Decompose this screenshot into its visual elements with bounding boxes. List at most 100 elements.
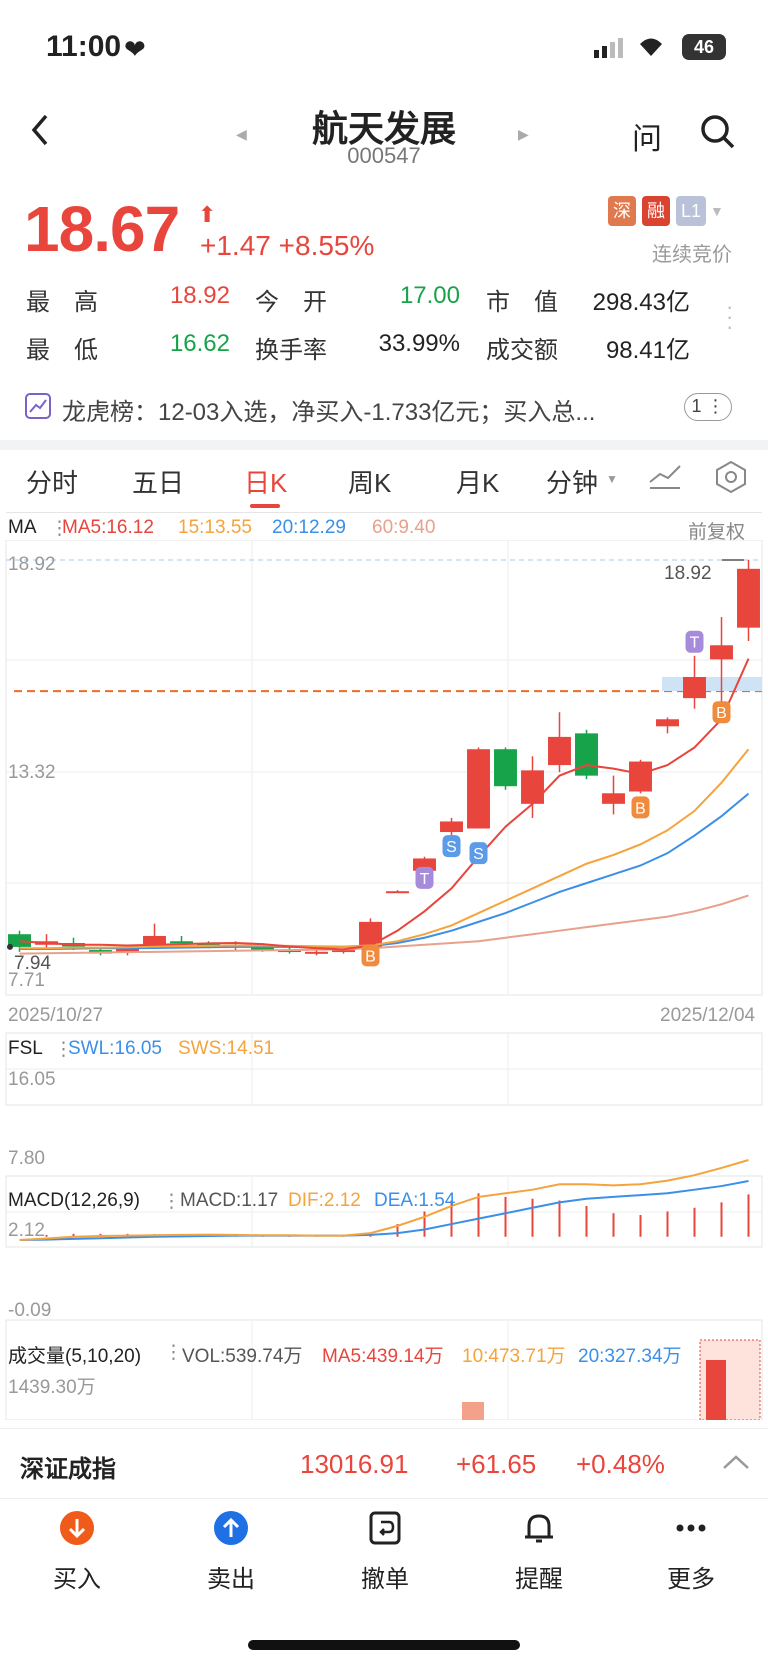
trade-marker-label: B	[716, 705, 727, 722]
search-icon[interactable]	[700, 114, 736, 155]
stat-value-low: 16.62	[169, 330, 230, 357]
low-mark-dot	[7, 943, 13, 950]
banner-badge[interactable]: 1 ⋮	[684, 393, 732, 421]
level-tag[interactable]: L1	[676, 196, 706, 226]
macd-dea: DEA:1.54	[374, 1190, 456, 1211]
hexagon-settings-icon[interactable]	[714, 460, 748, 499]
volume-value: VOL:539.74万	[182, 1346, 303, 1367]
chevron-up-icon[interactable]	[722, 1453, 750, 1476]
active-tab-indicator	[250, 504, 280, 508]
session-status: 连续竞价	[652, 244, 732, 266]
margin-tag: 融	[642, 196, 670, 226]
chart-line-icon	[24, 392, 52, 425]
trade-marker-label: B	[635, 800, 646, 817]
banner-text: 龙虎榜：12-03入选，净买入-1.733亿元；买入总...	[62, 399, 596, 426]
stat-value-cap: 298.43亿	[592, 289, 690, 316]
candle-body	[629, 761, 652, 792]
price-change: +1.47 +8.55%	[200, 230, 375, 261]
trade-marker-label: T	[420, 871, 430, 888]
tab-intraday[interactable]: 分时	[26, 463, 78, 500]
volume-bar	[706, 1360, 726, 1420]
buy-button[interactable]: 买入	[22, 1510, 132, 1594]
stat-label-low: 最 低	[26, 337, 98, 364]
sell-button[interactable]: 卖出	[176, 1510, 286, 1594]
macd-dif: DIF:2.12	[288, 1190, 361, 1211]
more-label: 更多	[667, 1566, 715, 1593]
candle-body	[494, 749, 517, 787]
trade-marker-label: S	[473, 846, 484, 863]
trade-marker-label: B	[365, 948, 376, 965]
kline-y-top: 18.92	[8, 554, 56, 575]
ma5-value: MA5:16.12	[62, 517, 154, 538]
index-name: 深证成指	[20, 1456, 116, 1483]
date-end: 2025/12/04	[660, 1005, 756, 1026]
volume-bar	[462, 1402, 484, 1420]
candle-body	[575, 733, 598, 776]
cancel-order-button[interactable]: 撤单	[330, 1510, 440, 1594]
macd-label: MACD(12,26,9)	[8, 1190, 140, 1211]
stat-label-high: 最 高	[26, 289, 98, 316]
indicator-settings-icon[interactable]	[648, 462, 682, 497]
tab-daily-k[interactable]: 日K	[244, 463, 287, 500]
pane-frame	[5, 1319, 763, 1420]
candle-body	[386, 891, 409, 894]
cancel-order-icon	[330, 1510, 440, 1551]
index-bar[interactable]: 深证成指 13016.91 +61.65 +0.48%	[0, 1428, 768, 1498]
ma-label: MA	[8, 517, 37, 538]
tab-five-day[interactable]: 五日	[132, 463, 184, 500]
candle-body	[602, 793, 625, 804]
alert-button[interactable]: 提醒	[484, 1510, 594, 1594]
volume-ma5: MA5:439.14万	[322, 1346, 444, 1367]
kline-high-mark: 18.92	[664, 563, 712, 584]
fsl-label: FSL	[8, 1038, 43, 1059]
minute-dropdown-icon[interactable]: ▼	[606, 472, 618, 486]
cancel-order-label: 撤单	[361, 1566, 409, 1593]
date-start: 2025/10/27	[8, 1005, 104, 1026]
volume-label: 成交量(5,10,20)	[8, 1346, 142, 1367]
tab-monthly-k[interactable]: 月K	[456, 463, 499, 500]
macd-y-top: 2.12	[8, 1220, 45, 1241]
candle-body	[656, 719, 679, 727]
up-arrow-icon: ⬆	[198, 202, 217, 227]
stat-label-cap: 市 值	[486, 289, 558, 316]
fsl-y-top: 16.05	[8, 1069, 56, 1090]
section-divider	[0, 440, 768, 450]
more-stats-icon[interactable]: · · ·	[726, 296, 733, 338]
stat-label-turnover: 换手率	[255, 337, 327, 364]
bell-icon	[484, 1510, 594, 1551]
macd-menu-icon[interactable]: ⋮	[162, 1190, 181, 1213]
level-dropdown-icon[interactable]: ▼	[710, 203, 724, 219]
last-price: 18.67	[24, 193, 180, 265]
kline-chart[interactable]: BTS SBTB	[0, 540, 768, 1420]
candle-body	[305, 951, 328, 954]
candle-body	[683, 676, 706, 699]
status-time: 11:00	[46, 30, 122, 63]
home-indicator	[248, 1640, 520, 1650]
dragon-tiger-banner[interactable]: 龙虎榜：12-03入选，净买入-1.733亿元；买入总... 1 ⋮	[0, 384, 768, 430]
fsl-y-bottom: 7.80	[8, 1148, 45, 1169]
candle-body	[548, 736, 571, 766]
more-button[interactable]: 更多	[636, 1510, 746, 1594]
highlight-zone	[662, 676, 762, 691]
trade-marker-label: S	[446, 839, 457, 856]
volume-ma20: 20:327.34万	[578, 1346, 682, 1367]
tab-minute[interactable]: 分钟	[546, 463, 598, 500]
sell-label: 卖出	[207, 1566, 255, 1593]
stat-value-amount: 98.41亿	[605, 337, 690, 364]
volume-menu-icon[interactable]: ⋮	[164, 1341, 183, 1364]
candle-body	[467, 749, 490, 829]
ask-button[interactable]: 问	[632, 114, 662, 158]
more-icon	[636, 1510, 746, 1551]
tab-weekly-k[interactable]: 周K	[348, 463, 391, 500]
index-pct: +0.48%	[576, 1449, 665, 1479]
index-change: +61.65	[456, 1449, 537, 1479]
alert-label: 提醒	[515, 1566, 563, 1593]
kline-y-mid: 13.32	[8, 762, 56, 783]
fsl-sws: SWS:14.51	[178, 1038, 275, 1059]
next-stock-icon[interactable]: ▶	[518, 126, 529, 143]
market-tag: 深	[608, 196, 636, 226]
index-value: 13016.91	[300, 1449, 409, 1479]
stat-label-amount: 成交额	[486, 337, 558, 364]
candle-body	[440, 821, 463, 833]
macd-y-bottom: -0.09	[8, 1300, 52, 1321]
